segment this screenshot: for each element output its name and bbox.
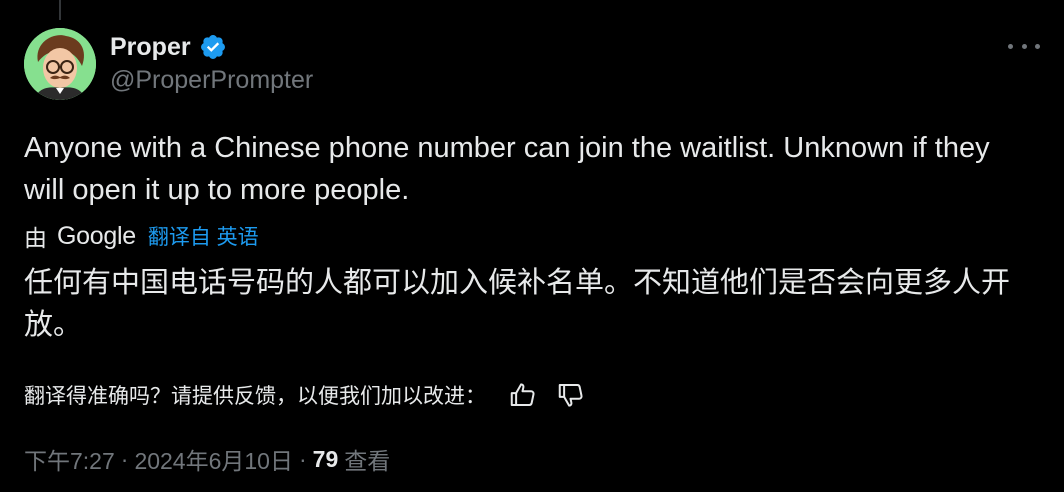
avatar-image	[24, 28, 96, 100]
translated-text: 任何有中国电话号码的人都可以加入候补名单。不知道他们是否会向更多人开放。	[24, 267, 1011, 341]
more-options-button[interactable]	[1008, 36, 1040, 56]
author-name-row: Proper	[110, 30, 227, 64]
google-logo: Google	[57, 221, 136, 250]
tweet-meta-row: 下午7:27 · 2024年6月10日 · 79 查看	[24, 442, 390, 476]
avatar[interactable]	[24, 28, 96, 100]
meta-separator: ·	[120, 445, 129, 472]
tweet-time[interactable]: 下午7:27	[24, 442, 115, 476]
translated-by-label: 由	[24, 225, 47, 251]
thumbs-down-button[interactable]	[556, 380, 586, 410]
views-count[interactable]: 79	[313, 446, 339, 473]
tweet-text: Anyone with a Chinese phone number can j…	[24, 132, 990, 206]
thread-connector-line	[59, 0, 61, 20]
thumbs-up-button[interactable]	[508, 380, 538, 410]
tweet-date[interactable]: 2024年6月10日	[134, 442, 293, 476]
feedback-prompt: 翻译得准确吗？请提供反馈，以便我们加以改进：	[24, 385, 486, 408]
author-display-name[interactable]: Proper	[110, 33, 191, 62]
views-label: 查看	[344, 448, 391, 474]
meta-separator: ·	[298, 445, 307, 472]
translation-attribution: 由 Google 翻译自 英语	[24, 220, 259, 252]
verified-badge-icon[interactable]	[199, 33, 227, 61]
more-icon-dot	[1021, 43, 1027, 49]
author-handle[interactable]: @ProperPrompter	[110, 66, 313, 95]
translated-from-link[interactable]: 翻译自 英语	[148, 221, 259, 251]
thumbs-up-icon	[510, 383, 535, 406]
more-icon-dot	[1008, 43, 1013, 49]
thumbs-down-icon	[558, 384, 583, 407]
translation-feedback-row: 翻译得准确吗？请提供反馈，以便我们加以改进：	[24, 378, 586, 412]
more-icon-dot	[1035, 43, 1040, 49]
